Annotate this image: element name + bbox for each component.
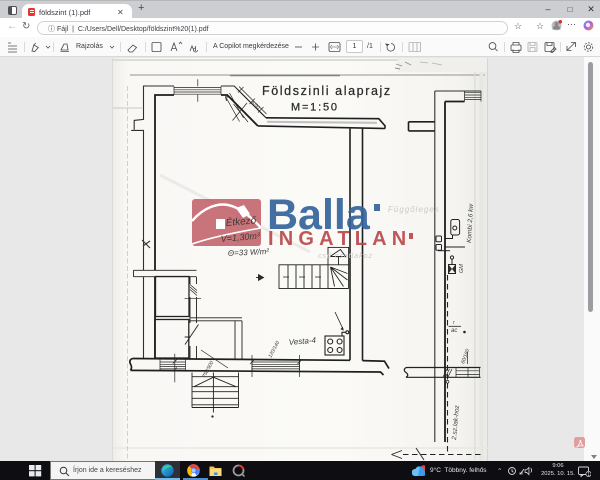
svg-text:Étkező: Étkező bbox=[225, 213, 257, 229]
svg-text:Függőleges: Függőleges bbox=[388, 205, 440, 214]
svg-text:r: r bbox=[453, 320, 455, 326]
svg-text:120/140: 120/140 bbox=[267, 340, 281, 359]
svg-text:Földszinli alaprajz: Földszinli alaprajz bbox=[262, 84, 392, 98]
svg-text:2.sz.lak-hoz: 2.sz.lak-hoz bbox=[451, 404, 461, 441]
svg-text:ac: ac bbox=[451, 328, 457, 334]
svg-text:750/900: 750/900 bbox=[201, 360, 215, 379]
svg-text:Θ=33 W/m²: Θ=33 W/m² bbox=[228, 247, 270, 258]
svg-text:6/90: 6/90 bbox=[250, 100, 261, 111]
svg-text:M=1:50: M=1:50 bbox=[291, 102, 339, 114]
svg-text:V=1,30m³: V=1,30m³ bbox=[220, 231, 261, 244]
svg-text:Vesta-4: Vesta-4 bbox=[288, 336, 317, 347]
svg-text:60/160: 60/160 bbox=[460, 348, 471, 365]
svg-text:GM: GM bbox=[459, 264, 465, 273]
svg-text:cső csatlakoz: cső csatlakoz bbox=[318, 253, 373, 260]
svg-text:1: 1 bbox=[587, 471, 590, 476]
svg-text:Kombi 2,6 kw: Kombi 2,6 kw bbox=[466, 202, 475, 243]
